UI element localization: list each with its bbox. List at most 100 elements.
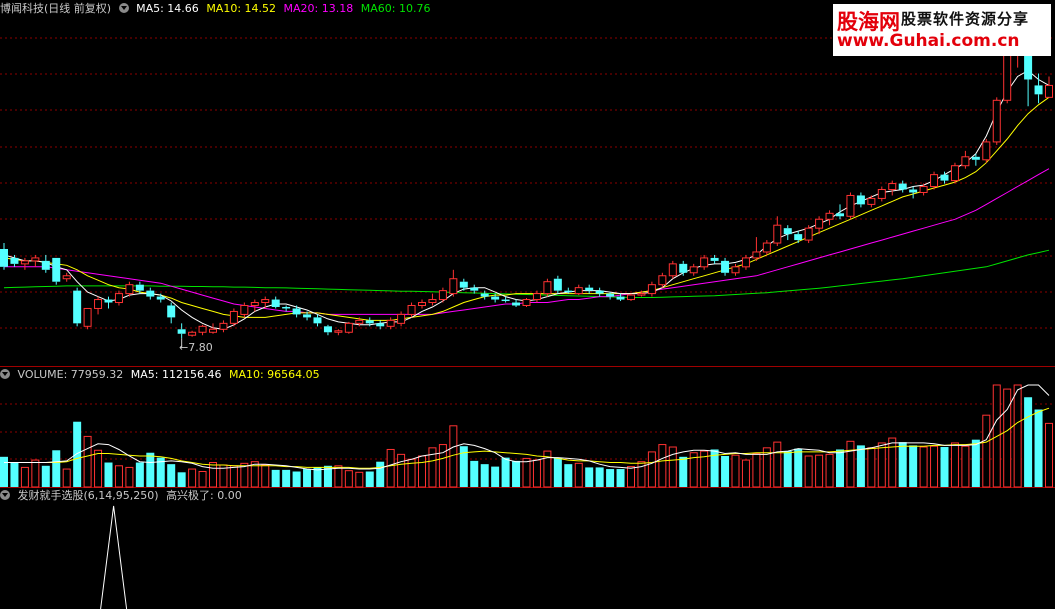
stock-title[interactable]: 博闻科技(日线 前复权) xyxy=(0,2,111,15)
candle-body xyxy=(668,263,677,277)
volume-bar xyxy=(104,462,113,487)
candle-body xyxy=(992,99,1001,143)
chevron-down-icon[interactable] xyxy=(118,3,129,13)
volume-bar xyxy=(229,465,238,488)
candle xyxy=(700,254,709,270)
candle-body xyxy=(261,299,270,304)
candle xyxy=(386,317,395,330)
candle xyxy=(344,321,353,334)
moving-average-lines xyxy=(3,69,1050,330)
volume-bar xyxy=(376,461,385,487)
volume-bar xyxy=(982,414,991,488)
candle xyxy=(679,260,688,276)
volume-bar xyxy=(909,445,918,487)
candle xyxy=(250,299,259,312)
candle-body xyxy=(950,165,959,182)
volume-bar xyxy=(1045,422,1053,488)
candle-body xyxy=(553,278,562,291)
candle-body xyxy=(752,251,761,259)
candle xyxy=(982,138,991,163)
candle xyxy=(752,237,761,261)
candle-body xyxy=(376,323,385,327)
candle-body xyxy=(313,317,322,324)
volume-bar xyxy=(512,460,521,487)
candle xyxy=(188,330,197,337)
candle-body xyxy=(867,197,876,205)
candle-body xyxy=(470,287,479,291)
candle xyxy=(52,257,61,285)
volume-bar xyxy=(815,454,824,488)
ma20-readout: MA20: 13.18 xyxy=(283,2,354,15)
candle xyxy=(104,296,113,309)
candle-body xyxy=(104,299,113,303)
volume-bar xyxy=(1024,397,1033,487)
candle-body xyxy=(156,296,165,300)
candle xyxy=(73,287,82,327)
volume-bar xyxy=(188,468,197,488)
volume-bar xyxy=(135,462,144,487)
candle-body xyxy=(52,257,61,282)
candle-body xyxy=(961,156,970,167)
candle xyxy=(146,287,155,300)
candle-body xyxy=(731,266,740,274)
candle xyxy=(836,204,844,220)
volume-bar xyxy=(480,464,489,487)
candle-body xyxy=(135,284,144,291)
volume-bar xyxy=(930,445,939,488)
volume-bar xyxy=(418,455,426,488)
candle xyxy=(271,296,280,309)
candle-body xyxy=(10,257,19,264)
candle-body xyxy=(459,281,468,288)
candle-body xyxy=(73,290,82,324)
volume-bar xyxy=(877,442,886,488)
candle xyxy=(992,97,1001,145)
ma10-readout: MA10: 14.52 xyxy=(206,2,277,15)
volume-bar xyxy=(0,456,8,487)
volume-bar xyxy=(334,465,343,488)
indicator-spike xyxy=(100,505,128,609)
volume-bar xyxy=(595,467,604,487)
chevron-down-icon[interactable] xyxy=(0,369,10,379)
candle xyxy=(627,293,635,302)
watermark-logo: 股海网 股票软件资源分享 www.Guhai.com.cn xyxy=(833,4,1051,56)
candle xyxy=(512,299,521,307)
volume-bar xyxy=(73,421,82,487)
volume-bar xyxy=(52,450,61,487)
candle-body xyxy=(585,287,594,291)
volume-bar xyxy=(856,445,865,487)
candle xyxy=(31,254,40,267)
chevron-down-icon[interactable] xyxy=(0,490,10,500)
candle-body xyxy=(125,284,134,295)
candle-body xyxy=(710,257,719,261)
volume-bar xyxy=(10,462,19,487)
volume-bar xyxy=(940,447,949,487)
candle-body xyxy=(982,141,991,161)
candle xyxy=(438,287,447,303)
candle-body xyxy=(815,218,824,229)
volume-bar xyxy=(574,462,583,488)
volume-readout: VOLUME: 77959.32 xyxy=(17,368,124,381)
candle xyxy=(532,290,541,303)
candle-body xyxy=(700,257,709,268)
candle-body xyxy=(1024,55,1033,80)
candle-body xyxy=(909,189,918,193)
candle-body xyxy=(512,302,521,306)
volume-bar xyxy=(919,446,928,488)
volume-bar xyxy=(898,442,907,487)
volume-bar xyxy=(627,466,635,488)
candle-body xyxy=(898,183,907,190)
watermark-slogan: 股票软件资源分享 xyxy=(901,10,1030,28)
volume-bar xyxy=(344,470,353,488)
volume-bar xyxy=(303,469,312,487)
candle-body xyxy=(564,290,573,293)
candle-body xyxy=(595,290,604,294)
volume-bar xyxy=(658,444,667,488)
volume-bar xyxy=(585,467,594,487)
candle xyxy=(418,299,426,309)
volume-ma5-readout: MA5: 112156.46 xyxy=(130,368,222,381)
candle-body xyxy=(804,227,813,241)
volume-bar xyxy=(261,464,270,488)
candle xyxy=(909,186,918,199)
candle-body xyxy=(209,328,217,333)
candle xyxy=(856,192,865,208)
